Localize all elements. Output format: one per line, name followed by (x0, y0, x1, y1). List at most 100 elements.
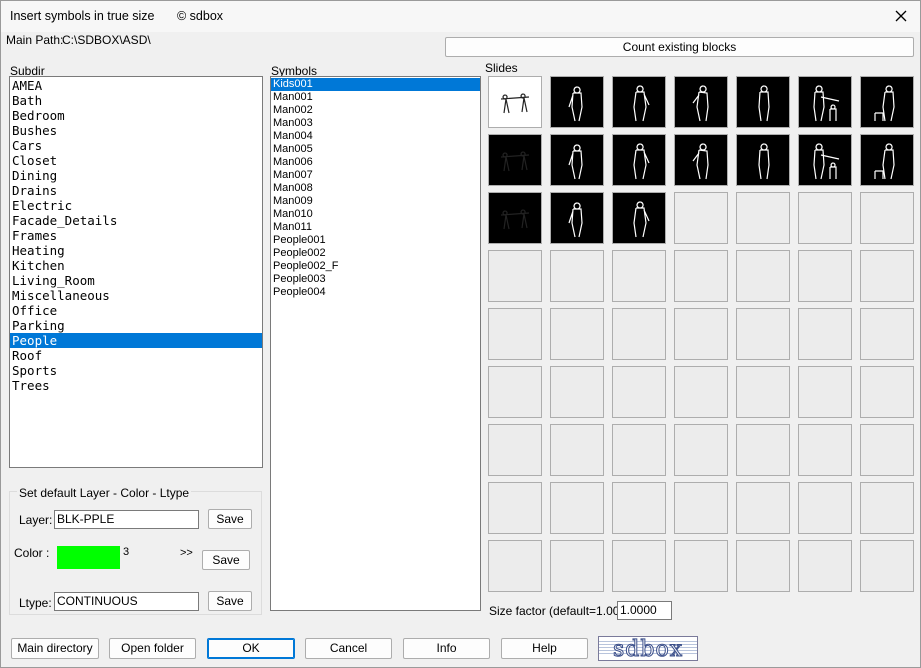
slide-empty[interactable] (550, 482, 604, 534)
symbol-item[interactable]: Man011 (271, 221, 480, 234)
slide-empty[interactable] (860, 482, 914, 534)
subdir-item[interactable]: Electric (10, 198, 262, 213)
slide-empty[interactable] (550, 424, 604, 476)
symbol-item[interactable]: Man001 (271, 91, 480, 104)
subdir-item[interactable]: Parking (10, 318, 262, 333)
subdir-item[interactable]: People (10, 333, 262, 348)
slide-empty[interactable] (488, 482, 542, 534)
slide-thumbnail[interactable] (612, 76, 666, 128)
slide-empty[interactable] (612, 540, 666, 592)
slide-empty[interactable] (550, 308, 604, 360)
subdir-item[interactable]: Frames (10, 228, 262, 243)
info-button[interactable]: Info (403, 638, 490, 659)
symbol-item[interactable]: People003 (271, 273, 480, 286)
slide-empty[interactable] (798, 366, 852, 418)
slide-empty[interactable] (860, 540, 914, 592)
subdir-item[interactable]: Living_Room (10, 273, 262, 288)
slide-thumbnail[interactable] (798, 76, 852, 128)
symbol-item[interactable]: Man002 (271, 104, 480, 117)
symbol-item[interactable]: Man005 (271, 143, 480, 156)
slide-empty[interactable] (488, 424, 542, 476)
slide-thumbnail[interactable] (860, 134, 914, 186)
subdir-item[interactable]: AMEA (10, 78, 262, 93)
slide-empty[interactable] (860, 250, 914, 302)
slide-thumbnail[interactable] (550, 192, 604, 244)
slide-empty[interactable] (612, 366, 666, 418)
slide-empty[interactable] (860, 192, 914, 244)
slide-empty[interactable] (612, 308, 666, 360)
subdir-item[interactable]: Closet (10, 153, 262, 168)
slide-empty[interactable] (674, 366, 728, 418)
symbol-item[interactable]: Man006 (271, 156, 480, 169)
subdir-item[interactable]: Dining (10, 168, 262, 183)
slide-empty[interactable] (736, 540, 790, 592)
symbol-item[interactable]: Man008 (271, 182, 480, 195)
slide-thumbnail[interactable] (550, 76, 604, 128)
slide-empty[interactable] (674, 250, 728, 302)
symbol-item[interactable]: People002_F (271, 260, 480, 273)
symbol-item[interactable]: Man003 (271, 117, 480, 130)
slide-thumbnail[interactable] (488, 192, 542, 244)
slide-empty[interactable] (674, 192, 728, 244)
slide-empty[interactable] (488, 540, 542, 592)
subdir-item[interactable]: Bedroom (10, 108, 262, 123)
cancel-button[interactable]: Cancel (305, 638, 392, 659)
open-folder-button[interactable]: Open folder (109, 638, 196, 659)
subdir-item[interactable]: Drains (10, 183, 262, 198)
subdir-item[interactable]: Kitchen (10, 258, 262, 273)
slide-thumbnail[interactable] (488, 134, 542, 186)
slide-empty[interactable] (550, 250, 604, 302)
slide-empty[interactable] (612, 482, 666, 534)
layer-save-button[interactable]: Save (208, 509, 252, 529)
subdir-item[interactable]: Facade_Details (10, 213, 262, 228)
slide-empty[interactable] (550, 366, 604, 418)
slide-thumbnail[interactable] (488, 76, 542, 128)
slide-empty[interactable] (736, 366, 790, 418)
slide-empty[interactable] (674, 482, 728, 534)
symbol-item[interactable]: Man004 (271, 130, 480, 143)
slide-empty[interactable] (736, 424, 790, 476)
help-button[interactable]: Help (501, 638, 588, 659)
slide-empty[interactable] (674, 424, 728, 476)
subdir-item[interactable]: Office (10, 303, 262, 318)
slide-empty[interactable] (674, 540, 728, 592)
slide-empty[interactable] (488, 250, 542, 302)
close-icon[interactable] (891, 6, 911, 26)
slide-empty[interactable] (488, 308, 542, 360)
slide-thumbnail[interactable] (674, 134, 728, 186)
ltype-save-button[interactable]: Save (208, 591, 252, 611)
slide-thumbnail[interactable] (674, 76, 728, 128)
subdir-item[interactable]: Roof (10, 348, 262, 363)
slide-empty[interactable] (488, 366, 542, 418)
slide-empty[interactable] (550, 540, 604, 592)
slide-empty[interactable] (736, 308, 790, 360)
layer-input[interactable]: BLK-PPLE (54, 510, 199, 529)
color-more-button[interactable]: >> (180, 547, 193, 559)
slide-empty[interactable] (860, 308, 914, 360)
slide-empty[interactable] (860, 424, 914, 476)
slide-empty[interactable] (798, 250, 852, 302)
slide-empty[interactable] (798, 192, 852, 244)
slide-thumbnail[interactable] (736, 134, 790, 186)
slide-empty[interactable] (798, 308, 852, 360)
slide-empty[interactable] (798, 540, 852, 592)
subdir-item[interactable]: Bath (10, 93, 262, 108)
symbol-item[interactable]: Man007 (271, 169, 480, 182)
symbol-item[interactable]: Man009 (271, 195, 480, 208)
slide-empty[interactable] (736, 250, 790, 302)
slide-thumbnail[interactable] (736, 76, 790, 128)
slide-empty[interactable] (860, 366, 914, 418)
symbol-item[interactable]: People004 (271, 286, 480, 299)
slide-empty[interactable] (798, 482, 852, 534)
subdir-item[interactable]: Miscellaneous (10, 288, 262, 303)
slide-empty[interactable] (798, 424, 852, 476)
symbols-list[interactable]: Kids001 Man001 Man002 Man003 Man004 Man005 Man… (270, 76, 481, 611)
slide-empty[interactable] (736, 482, 790, 534)
symbol-item[interactable]: Kids001 (271, 78, 480, 91)
subdir-item[interactable]: Sports (10, 363, 262, 378)
symbol-item[interactable]: People001 (271, 234, 480, 247)
slide-empty[interactable] (674, 308, 728, 360)
subdir-item[interactable]: Heating (10, 243, 262, 258)
subdir-item[interactable]: Bushes (10, 123, 262, 138)
color-save-button[interactable]: Save (202, 550, 250, 570)
